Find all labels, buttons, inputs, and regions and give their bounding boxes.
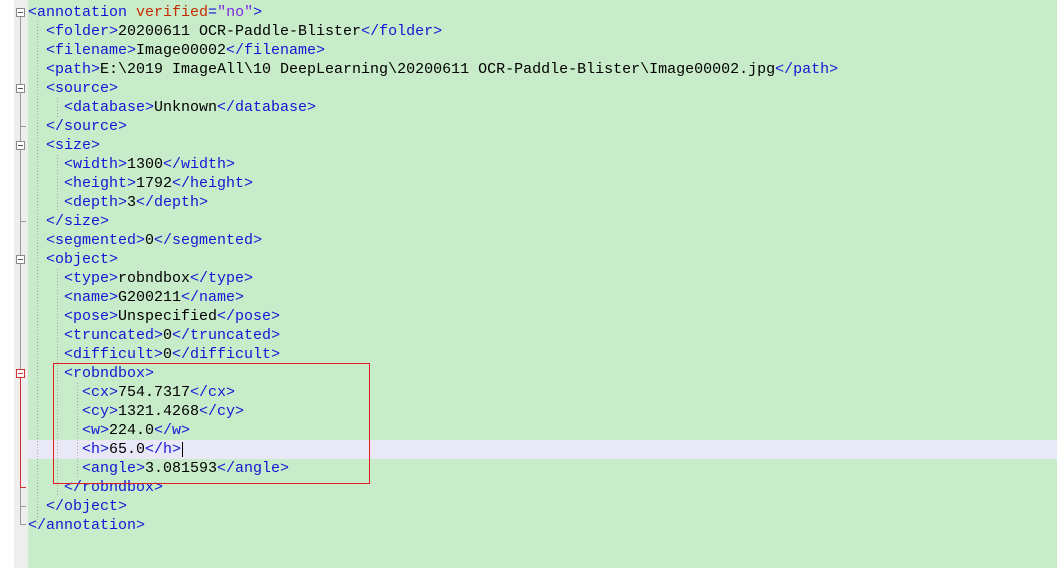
xml-tag: <truncated>	[28, 327, 164, 344]
line-number-gutter	[0, 0, 14, 568]
code-line[interactable]: <pose>Unspecified</pose>	[28, 307, 280, 326]
fold-end-robndbox	[20, 487, 26, 488]
xml-tag: <depth>	[28, 194, 128, 211]
xml-tag: <source>	[28, 80, 119, 97]
code-line[interactable]: <width>1300</width>	[28, 155, 235, 174]
xml-tag: <path>	[28, 61, 101, 78]
xml-text: 1300	[127, 156, 164, 173]
xml-attribute: verified	[136, 4, 209, 21]
fold-annotation-icon[interactable]	[16, 8, 25, 17]
xml-tag: </difficult>	[172, 346, 281, 363]
code-line[interactable]: </source>	[28, 117, 127, 136]
code-line[interactable]: </annotation>	[28, 516, 145, 535]
xml-tag: =	[208, 4, 218, 21]
xml-tag: <width>	[28, 156, 128, 173]
code-line[interactable]: <difficult>0</difficult>	[28, 345, 280, 364]
code-line[interactable]: <filename>Image00002</filename>	[28, 41, 325, 60]
xml-text: robndbox	[118, 270, 191, 287]
xml-text: Unknown	[154, 99, 218, 116]
xml-tag: </segmented>	[154, 232, 263, 249]
xml-tag: </source>	[28, 118, 128, 135]
fold-object-icon[interactable]	[16, 255, 25, 264]
xml-tag: </type>	[190, 270, 254, 287]
xml-text: G200211	[118, 289, 182, 306]
xml-tag: </truncated>	[172, 327, 281, 344]
fold-size-icon[interactable]	[16, 141, 25, 150]
xml-tag: </size>	[28, 213, 110, 230]
xml-tag: </width>	[163, 156, 236, 173]
xml-tag: </path>	[775, 61, 839, 78]
code-line[interactable]: </size>	[28, 212, 109, 231]
xml-tag: <segmented>	[28, 232, 146, 249]
code-line[interactable]: <height>1792</height>	[28, 174, 253, 193]
xml-attribute-value: "no"	[217, 4, 254, 21]
code-line[interactable]: <depth>3</depth>	[28, 193, 208, 212]
xml-tag: </annotation>	[28, 517, 146, 534]
xml-tag: <name>	[28, 289, 119, 306]
xml-tag: </depth>	[136, 194, 209, 211]
code-line[interactable]: <type>robndbox</type>	[28, 269, 253, 288]
xml-tag: <pose>	[28, 308, 119, 325]
xml-text: 0	[163, 327, 173, 344]
xml-tag: <database>	[28, 99, 155, 116]
code-line[interactable]: <truncated>0</truncated>	[28, 326, 280, 345]
code-line[interactable]: <database>Unknown</database>	[28, 98, 316, 117]
xml-text: 20200611 OCR-Paddle-Blister	[118, 23, 362, 40]
xml-tag: <filename>	[28, 42, 137, 59]
xml-tag: >	[253, 4, 263, 21]
xml-text: E:\2019 ImageAll\10 DeepLearning\2020061…	[100, 61, 776, 78]
code-line[interactable]: <size>	[28, 136, 100, 155]
xml-text: Image00002	[136, 42, 227, 59]
xml-tag: </name>	[181, 289, 245, 306]
xml-text: 3	[127, 194, 137, 211]
fold-source-icon[interactable]	[16, 84, 25, 93]
code-line[interactable]: <folder>20200611 OCR-Paddle-Blister</fol…	[28, 22, 442, 41]
fold-end-object	[20, 506, 26, 507]
xml-text: 0	[163, 346, 173, 363]
xml-tag: </height>	[172, 175, 254, 192]
code-line[interactable]: <source>	[28, 79, 118, 98]
code-line[interactable]: <name>G200211</name>	[28, 288, 244, 307]
xml-tag: </folder>	[361, 23, 443, 40]
xml-text: 0	[145, 232, 155, 249]
fold-end-size	[20, 221, 26, 222]
xml-tag: </database>	[217, 99, 317, 116]
code-line[interactable]: <object>	[28, 250, 118, 269]
xml-tag: <size>	[28, 137, 101, 154]
xml-tag: <type>	[28, 270, 119, 287]
xml-text: 1792	[136, 175, 173, 192]
xml-text: Unspecified	[118, 308, 218, 325]
xml-tag: </object>	[28, 498, 128, 515]
code-line[interactable]: <path>E:\2019 ImageAll\10 DeepLearning\2…	[28, 60, 838, 79]
fold-end-source	[20, 126, 26, 127]
xml-tag: <difficult>	[28, 346, 164, 363]
code-line[interactable]: </object>	[28, 497, 127, 516]
xml-tag: </pose>	[217, 308, 281, 325]
xml-tag: </filename>	[226, 42, 326, 59]
fold-robndbox-icon[interactable]	[16, 369, 25, 378]
fold-end-annotation	[20, 524, 26, 525]
selection-highlight-box	[53, 363, 370, 484]
code-line[interactable]: <annotation verified="no">	[28, 3, 262, 22]
fold-line-robndbox	[20, 378, 21, 487]
code-line[interactable]: <segmented>0</segmented>	[28, 231, 262, 250]
xml-tag: <annotation	[28, 4, 137, 21]
xml-tag: <object>	[28, 251, 119, 268]
xml-tag: <folder>	[28, 23, 119, 40]
xml-tag: <height>	[28, 175, 137, 192]
